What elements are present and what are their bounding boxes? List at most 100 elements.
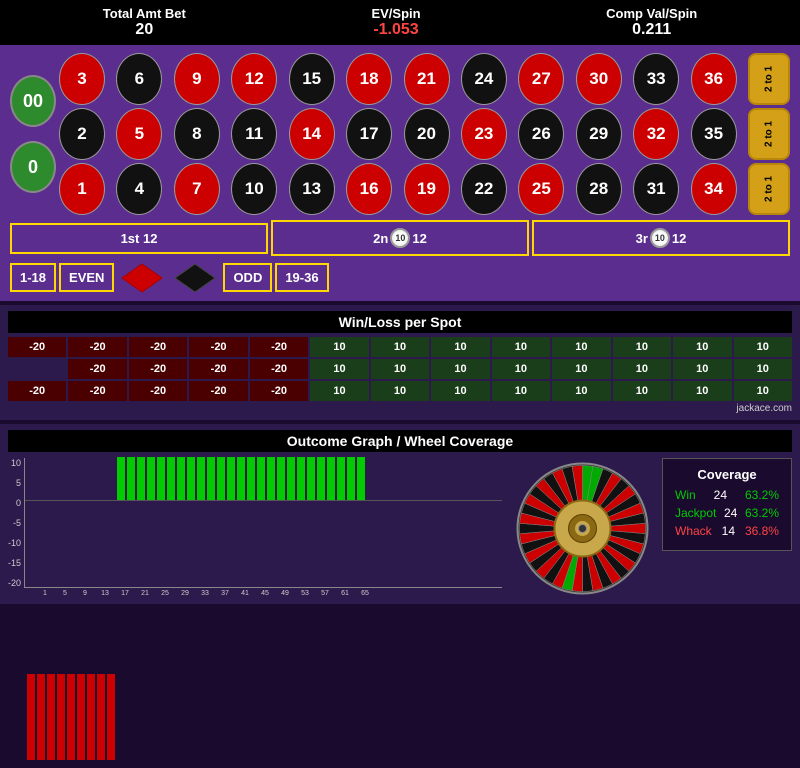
winloss-cell: -20 <box>8 337 66 357</box>
num-cell-27[interactable]: 27 <box>518 53 564 105</box>
num-cell-4[interactable]: 4 <box>116 163 162 215</box>
y-label-neg10: -10 <box>8 538 21 548</box>
num-cell-24[interactable]: 24 <box>461 53 507 105</box>
coverage-jackpot-label: Jackpot <box>675 506 716 520</box>
num-cell-2[interactable]: 2 <box>59 108 105 160</box>
num-cell-31[interactable]: 31 <box>633 163 679 215</box>
num-cell-23[interactable]: 23 <box>461 108 507 160</box>
winloss-cell: 10 <box>310 337 368 357</box>
num-cell-35[interactable]: 35 <box>691 108 737 160</box>
num-cell-10[interactable]: 10 <box>231 163 277 215</box>
winloss-cell <box>8 359 66 379</box>
outcome-section: Outcome Graph / Wheel Coverage 10 5 0 -5… <box>0 424 800 604</box>
num-cell-5[interactable]: 5 <box>116 108 162 160</box>
num-cell-22[interactable]: 22 <box>461 163 507 215</box>
even-bet[interactable]: EVEN <box>59 263 114 292</box>
winloss-cell: -20 <box>68 381 126 401</box>
y-label-5: 5 <box>8 478 21 488</box>
num-cell-7[interactable]: 7 <box>174 163 220 215</box>
wheel-container <box>512 458 652 598</box>
low-bet[interactable]: 1-18 <box>10 263 56 292</box>
num-cell-20[interactable]: 20 <box>404 108 450 160</box>
dozen-3rd[interactable]: 3r 10 12 <box>532 220 790 256</box>
winloss-cell: -20 <box>250 337 308 357</box>
winloss-cell: -20 <box>189 359 247 379</box>
num-cell-26[interactable]: 26 <box>518 108 564 160</box>
num-cell-21[interactable]: 21 <box>404 53 450 105</box>
num-cell-14[interactable]: 14 <box>289 108 335 160</box>
winloss-cell: 10 <box>613 337 671 357</box>
num-cell-1[interactable]: 1 <box>59 163 105 215</box>
winloss-cell: 10 <box>431 337 489 357</box>
tto-mid[interactable]: 2 to 1 <box>748 108 790 160</box>
winloss-cell: 10 <box>552 381 610 401</box>
num-cell-25[interactable]: 25 <box>518 163 564 215</box>
tto-top[interactable]: 2 to 1 <box>748 53 790 105</box>
ev-spin-stat: EV/Spin -1.053 <box>371 6 420 39</box>
zero-cell[interactable]: 0 <box>10 141 56 193</box>
outcome-title: Outcome Graph / Wheel Coverage <box>8 430 792 452</box>
num-cell-6[interactable]: 6 <box>116 53 162 105</box>
winloss-cell: 10 <box>492 381 550 401</box>
num-cell-34[interactable]: 34 <box>691 163 737 215</box>
num-cell-30[interactable]: 30 <box>576 53 622 105</box>
y-axis: 10 5 0 -5 -10 -15 -20 <box>8 458 24 588</box>
winloss-cell: 10 <box>613 381 671 401</box>
coverage-win-label: Win <box>675 488 696 502</box>
dozen-1st[interactable]: 1st 12 <box>10 223 268 254</box>
winloss-cell: 10 <box>310 381 368 401</box>
num-cell-3[interactable]: 3 <box>59 53 105 105</box>
ev-spin-label: EV/Spin <box>371 6 420 21</box>
x-axis-labels: 1591317212529333741454953576165 <box>8 590 502 597</box>
total-amt-bet-stat: Total Amt Bet 20 <box>103 6 186 39</box>
dozen-2nd[interactable]: 2n 10 12 <box>271 220 529 256</box>
x-label: 65 <box>356 590 374 597</box>
y-label-neg5: -5 <box>8 518 21 528</box>
odd-bet[interactable]: ODD <box>223 263 272 292</box>
num-cell-33[interactable]: 33 <box>633 53 679 105</box>
num-cell-15[interactable]: 15 <box>289 53 335 105</box>
num-cell-18[interactable]: 18 <box>346 53 392 105</box>
winloss-cell: 10 <box>371 381 429 401</box>
num-cell-29[interactable]: 29 <box>576 108 622 160</box>
roulette-table: 00 0 36912151821242730333625811141720232… <box>10 53 790 215</box>
num-cell-36[interactable]: 36 <box>691 53 737 105</box>
coverage-whack-label: Whack <box>675 524 712 538</box>
winloss-cell: 10 <box>673 359 731 379</box>
y-label-10: 10 <box>8 458 21 468</box>
x-label: 53 <box>296 590 314 597</box>
winloss-cell: -20 <box>250 359 308 379</box>
red-diamond[interactable] <box>117 260 167 295</box>
evens-row: 1-18 EVEN ODD 19-36 <box>10 260 790 295</box>
num-cell-19[interactable]: 19 <box>404 163 450 215</box>
x-label: 61 <box>336 590 354 597</box>
num-cell-28[interactable]: 28 <box>576 163 622 215</box>
num-cell-16[interactable]: 16 <box>346 163 392 215</box>
x-label: 57 <box>316 590 334 597</box>
coverage-whack-count: 14 <box>722 524 735 538</box>
tto-bot[interactable]: 2 to 1 <box>748 163 790 215</box>
winloss-cell: 10 <box>431 381 489 401</box>
num-cell-8[interactable]: 8 <box>174 108 220 160</box>
winloss-cell: 10 <box>431 359 489 379</box>
num-cell-9[interactable]: 9 <box>174 53 220 105</box>
x-label: 33 <box>196 590 214 597</box>
winloss-title: Win/Loss per Spot <box>8 311 792 333</box>
black-diamond[interactable] <box>170 260 220 295</box>
num-cell-32[interactable]: 32 <box>633 108 679 160</box>
stats-bar: Total Amt Bet 20 EV/Spin -1.053 Comp Val… <box>0 0 800 45</box>
double-zero-cell[interactable]: 00 <box>10 75 56 127</box>
num-cell-11[interactable]: 11 <box>231 108 277 160</box>
num-cell-12[interactable]: 12 <box>231 53 277 105</box>
coverage-jackpot-pct: 63.2% <box>745 506 779 520</box>
total-amt-bet-value: 20 <box>103 21 186 39</box>
x-label: 5 <box>56 590 74 597</box>
coverage-whack-pct: 36.8% <box>745 524 779 538</box>
num-cell-17[interactable]: 17 <box>346 108 392 160</box>
bars-container <box>25 458 502 587</box>
winloss-cell: -20 <box>129 359 187 379</box>
high-bet[interactable]: 19-36 <box>275 263 328 292</box>
num-cell-13[interactable]: 13 <box>289 163 335 215</box>
winloss-cell: 10 <box>673 337 731 357</box>
x-label: 25 <box>156 590 174 597</box>
